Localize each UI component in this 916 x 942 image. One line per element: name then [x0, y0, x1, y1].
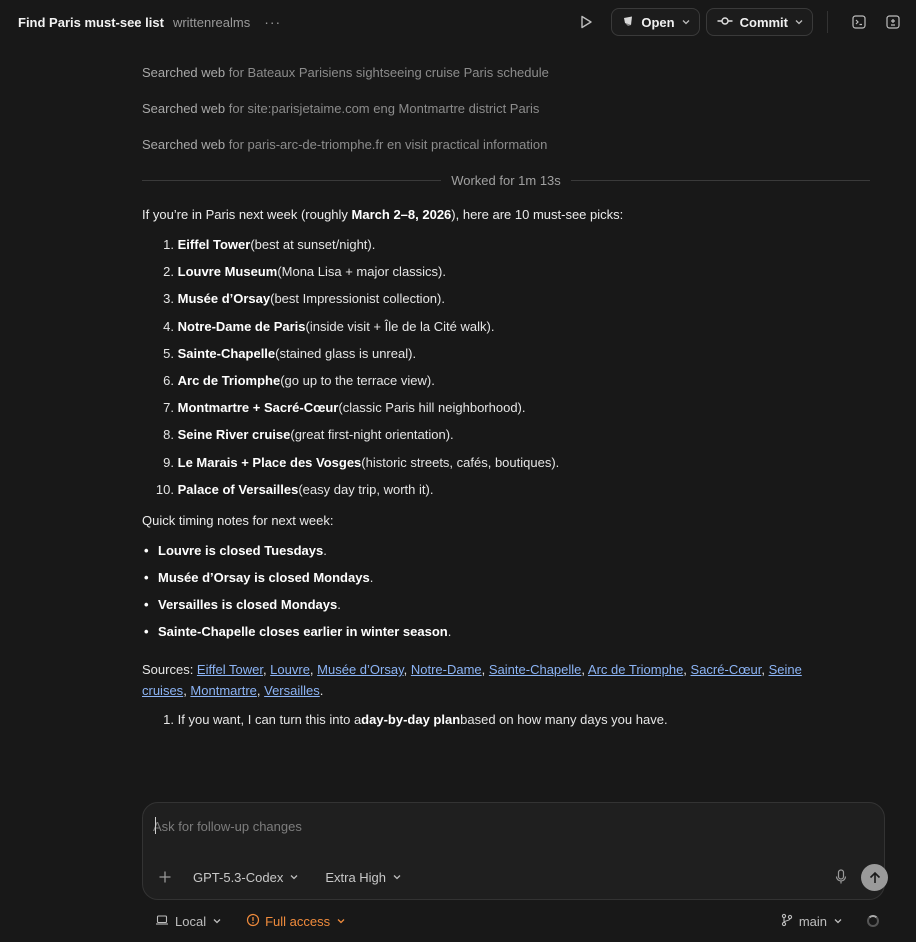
- loading-spinner-icon: [867, 915, 879, 927]
- worked-divider: Worked for 1m 13s: [142, 170, 870, 190]
- send-button[interactable]: [861, 864, 888, 891]
- chevron-down-icon: [794, 15, 804, 30]
- chevron-down-icon: [392, 870, 402, 885]
- source-link[interactable]: Arc de Triomphe: [588, 662, 683, 677]
- model-selector[interactable]: GPT-5.3-Codex: [193, 870, 299, 885]
- open-button-label: Open: [641, 14, 675, 30]
- source-link[interactable]: Eiffel Tower: [197, 662, 263, 677]
- list-item: 10. Palace of Versailles (easy day trip,…: [155, 481, 434, 497]
- environment-label: Local: [175, 913, 207, 929]
- sources-paragraph: Sources: Eiffel Tower, Louvre, Musée d’O…: [142, 662, 802, 698]
- source-link[interactable]: Versailles: [264, 683, 320, 698]
- commit-button[interactable]: Commit: [705, 8, 813, 36]
- list-item: 7. Montmartre + Sacré-Cœur (classic Pari…: [163, 400, 526, 416]
- branch-label: main: [798, 913, 827, 929]
- text-caret: [155, 817, 156, 834]
- open-button[interactable]: Open: [611, 8, 700, 36]
- source-link[interactable]: Notre-Dame: [411, 662, 482, 677]
- search-entry[interactable]: Searched web for site:parisjetaime.com e…: [142, 96, 872, 132]
- run-icon[interactable]: [574, 10, 598, 34]
- warning-icon: [246, 913, 260, 930]
- composer-controls: GPT-5.3-Codex Extra High: [155, 864, 888, 891]
- arrow-up-icon: [869, 871, 880, 883]
- list-item: • Louvre is closed Tuesdays.: [144, 543, 327, 558]
- list-item: • Musée d’Orsay is closed Mondays.: [144, 570, 374, 585]
- timing-notes-list: • Louvre is closed Tuesdays. • Musée d’Ors…: [142, 540, 451, 648]
- access-label: Full access: [265, 913, 331, 929]
- list-item: 3. Musée d’Orsay (best Impressionist col…: [163, 291, 445, 307]
- activity-log: Searched web for Bateaux Parisiens sight…: [142, 60, 872, 168]
- more-options-icon[interactable]: ···: [264, 14, 281, 30]
- worked-duration: Worked for 1m 13s: [451, 172, 561, 188]
- chevron-down-icon: [289, 870, 299, 885]
- toolbar-divider: [827, 11, 828, 33]
- open-app-icon: [622, 15, 634, 30]
- list-item: 9. Le Marais + Place des Vosges (histori…: [163, 454, 560, 470]
- must-see-list: 1. Eiffel Tower (best at sunset/night). …: [150, 234, 559, 506]
- source-link[interactable]: Louvre: [270, 662, 310, 677]
- branch-area: main: [781, 910, 879, 932]
- source-link[interactable]: Montmartre: [190, 683, 256, 698]
- chevron-down-icon: [833, 914, 843, 929]
- laptop-icon: [155, 914, 169, 929]
- chevron-down-icon: [336, 914, 346, 929]
- commit-button-label: Commit: [739, 14, 788, 30]
- git-branch-icon: [781, 913, 793, 930]
- followup-input[interactable]: [153, 815, 853, 837]
- list-item: 8. Seine River cruise (great first-night…: [163, 427, 454, 443]
- search-entry[interactable]: Searched web for Bateaux Parisiens sight…: [142, 60, 872, 96]
- source-link[interactable]: Sainte-Chapelle: [489, 662, 582, 677]
- composer: GPT-5.3-Codex Extra High: [142, 802, 888, 900]
- commit-icon: [717, 15, 733, 30]
- plus-icon[interactable]: [155, 867, 175, 887]
- source-link[interactable]: Sacré-Cœur: [691, 662, 762, 677]
- model-label: GPT-5.3-Codex: [193, 869, 284, 885]
- access-selector[interactable]: Full access: [246, 913, 346, 930]
- microphone-icon[interactable]: [830, 866, 852, 888]
- toolbar: Open Commit: [574, 8, 906, 36]
- top-bar: Find Paris must-see list writtenrealms ·…: [0, 0, 916, 44]
- list-item: • Sainte-Chapelle closes earlier in winte…: [144, 624, 452, 639]
- branch-selector[interactable]: main: [781, 913, 843, 930]
- list-item: 5. Sainte-Chapelle (stained glass is unr…: [163, 345, 417, 361]
- list-item: • Versailles is closed Mondays.: [144, 597, 341, 612]
- response-intro: If you’re in Paris next week (roughly Ma…: [142, 207, 624, 222]
- timing-notes-heading: Quick timing notes for next week:: [142, 513, 334, 528]
- terminal-icon[interactable]: [846, 9, 872, 35]
- environment-selector[interactable]: Local: [155, 914, 222, 929]
- list-item: 2. Louvre Museum (Mona Lisa + major clas…: [163, 264, 447, 280]
- source-link[interactable]: Musée d’Orsay: [317, 662, 403, 677]
- list-item: 1. Eiffel Tower (best at sunset/night).: [163, 237, 376, 252]
- thread-title: Find Paris must-see list: [18, 14, 164, 30]
- status-footer: Local Full access main: [155, 910, 885, 932]
- project-name[interactable]: writtenrealms: [173, 15, 250, 30]
- list-item: 4. Notre-Dame de Paris (inside visit + Î…: [163, 318, 495, 334]
- followup-offer: 1. If you want, I can turn this into a d…: [163, 712, 668, 727]
- search-entry[interactable]: Searched web for paris-arc-de-triomphe.f…: [142, 132, 872, 168]
- chevron-down-icon: [212, 914, 222, 929]
- effort-label: Extra High: [325, 869, 387, 885]
- list-item: 6. Arc de Triomphe (go up to the terrace…: [163, 372, 435, 388]
- chevron-down-icon: [681, 15, 691, 30]
- diff-panel-icon[interactable]: [880, 9, 906, 35]
- effort-selector[interactable]: Extra High: [325, 870, 402, 885]
